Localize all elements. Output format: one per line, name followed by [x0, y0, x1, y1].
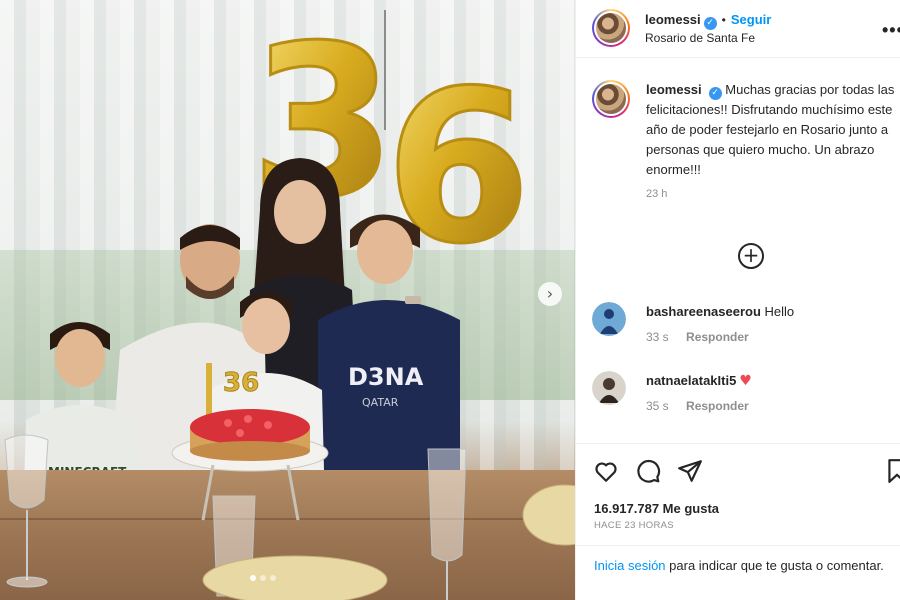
verified-badge-icon: ✓	[708, 87, 722, 100]
post-photo: 3 6 D3NA QATAR MINECRAFT	[0, 0, 575, 600]
shirt-subtext: QATAR	[362, 396, 399, 409]
carousel-dots	[250, 575, 276, 581]
gold-plate-center	[202, 555, 388, 600]
post-header: leomessi✓ • Seguir Rosario de Santa Fe •••	[576, 0, 900, 58]
comment-username[interactable]: bashareenaseerou	[646, 304, 761, 319]
champagne-glass-right	[427, 448, 467, 600]
wine-glass-left	[4, 434, 49, 588]
comment-time: 33 s	[646, 330, 669, 344]
carousel-dot	[260, 575, 266, 581]
carousel-dot	[270, 575, 276, 581]
caption-time[interactable]: 23 h	[646, 184, 896, 204]
comment-avatar[interactable]	[592, 302, 626, 336]
login-bar: Inicia sesión para indicar que te gusta …	[576, 545, 900, 600]
share-icon[interactable]	[677, 458, 703, 484]
reply-button[interactable]: Responder	[686, 330, 749, 344]
follow-button[interactable]: Seguir	[731, 12, 771, 27]
action-bar	[576, 443, 900, 500]
login-link[interactable]: Inicia sesión	[594, 558, 666, 573]
caption-text-block: leomessi ✓ Muchas gracias por todas las f…	[646, 80, 896, 204]
login-prompt-text: para indicar que te gusta o comentar.	[665, 558, 884, 573]
avatar[interactable]	[592, 9, 630, 47]
red-heart-emoji-icon: ♥	[739, 373, 752, 389]
comment-icon[interactable]	[635, 458, 661, 484]
comment-text: Hello	[764, 304, 795, 319]
location-link[interactable]: Rosario de Santa Fe	[645, 31, 755, 45]
caption-username[interactable]: leomessi	[646, 82, 702, 97]
caption-avatar[interactable]	[592, 80, 630, 118]
gold-plate-right	[522, 484, 575, 546]
bookmark-icon[interactable]	[884, 458, 900, 484]
post-side-panel: leomessi✓•Seguir Rosario de Santa Fe •••…	[575, 0, 900, 600]
carousel-next-button[interactable]: ›	[538, 282, 562, 306]
comment-username[interactable]: natnaelatakIti5	[646, 373, 736, 388]
separator-dot: •	[721, 13, 726, 27]
comment-avatar[interactable]	[592, 371, 626, 405]
load-more-comments-icon[interactable]: +	[738, 243, 764, 269]
likes-count[interactable]: 16.917.787 Me gusta	[594, 501, 719, 516]
header-username[interactable]: leomessi	[645, 12, 701, 27]
verified-badge-icon: ✓	[703, 17, 717, 30]
reply-button[interactable]: Responder	[686, 399, 749, 413]
cake-candle-number: 36	[223, 368, 259, 398]
shirt-text: D3NA	[348, 363, 424, 391]
carousel-dot	[250, 575, 256, 581]
post-timestamp: HACE 23 HORAS	[594, 520, 674, 531]
more-options-icon[interactable]: •••	[882, 20, 900, 41]
heart-icon[interactable]	[593, 458, 619, 484]
comment-time: 35 s	[646, 399, 669, 413]
